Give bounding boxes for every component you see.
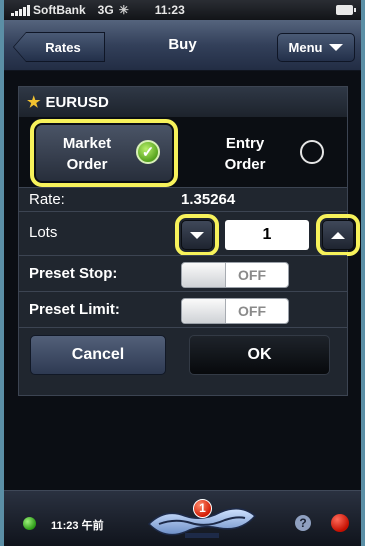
market-order-button[interactable]: Market Order ✓ bbox=[30, 119, 178, 187]
order-panel: ★ EURUSD Market Order ✓ Entry Order Rate… bbox=[18, 86, 360, 396]
market-order-label: Market Order bbox=[62, 135, 112, 173]
menu-label: Menu bbox=[288, 40, 323, 55]
phone-screen: SoftBank 3G ✳ 11:23 Rates Buy Menu ★ EUR… bbox=[4, 0, 361, 546]
lots-input[interactable]: 1 bbox=[225, 220, 309, 250]
bottom-time: 11:23 午前 bbox=[51, 520, 104, 532]
preset-limit-label: Preset Limit: bbox=[29, 301, 120, 318]
cancel-button[interactable]: Cancel bbox=[30, 335, 166, 375]
symbol-header: ★ EURUSD bbox=[19, 87, 347, 117]
toggle-knob bbox=[182, 263, 226, 287]
entry-order-label: Entry Order bbox=[224, 135, 266, 173]
arrow-up-icon bbox=[331, 231, 345, 239]
nav-bar: Rates Buy Menu bbox=[4, 20, 361, 71]
star-icon[interactable]: ★ bbox=[27, 93, 40, 111]
power-icon[interactable] bbox=[331, 514, 349, 532]
notification-badge[interactable]: 1 bbox=[193, 499, 212, 518]
entry-order-button[interactable]: Entry Order bbox=[192, 125, 332, 181]
toggle-state: OFF bbox=[238, 303, 266, 319]
check-icon: ✓ bbox=[136, 140, 160, 164]
preset-stop-toggle[interactable]: OFF bbox=[181, 262, 289, 288]
order-type-row: Market Order ✓ Entry Order bbox=[19, 117, 347, 187]
rate-row: Rate: 1.35264 bbox=[19, 187, 347, 211]
help-icon[interactable]: ? bbox=[295, 515, 311, 531]
ok-button[interactable]: OK bbox=[189, 335, 330, 375]
connection-status-icon bbox=[23, 517, 36, 530]
bottom-bar: 11:23 午前 1 ? bbox=[4, 490, 361, 546]
action-row: Cancel OK bbox=[19, 327, 347, 395]
chevron-down-icon bbox=[329, 44, 344, 51]
activity-icon: ✳ bbox=[118, 3, 129, 17]
battery-icon bbox=[336, 5, 356, 15]
status-bar: SoftBank 3G ✳ 11:23 bbox=[4, 0, 361, 20]
arrow-down-icon bbox=[190, 231, 204, 239]
lots-label: Lots bbox=[29, 224, 58, 241]
toggle-state: OFF bbox=[238, 267, 266, 283]
lots-decrease-button[interactable] bbox=[175, 214, 219, 256]
signal-icon bbox=[11, 4, 30, 16]
carrier-name: SoftBank bbox=[33, 3, 86, 17]
preset-stop-row: Preset Stop: OFF bbox=[19, 255, 347, 291]
rate-label: Rate: bbox=[29, 191, 65, 208]
preset-limit-row: Preset Limit: OFF bbox=[19, 291, 347, 327]
menu-button[interactable]: Menu bbox=[277, 33, 355, 62]
toggle-knob bbox=[182, 299, 226, 323]
lots-row: Lots 1 bbox=[19, 211, 360, 256]
rate-value: 1.35264 bbox=[181, 191, 236, 208]
radio-unselected-icon bbox=[300, 140, 324, 164]
status-time: 11:23 bbox=[154, 3, 185, 17]
symbol-name: EURUSD bbox=[45, 93, 109, 111]
preset-stop-label: Preset Stop: bbox=[29, 265, 118, 282]
lots-increase-button[interactable] bbox=[316, 214, 360, 256]
preset-limit-toggle[interactable]: OFF bbox=[181, 298, 289, 324]
network-type: 3G bbox=[97, 3, 114, 17]
